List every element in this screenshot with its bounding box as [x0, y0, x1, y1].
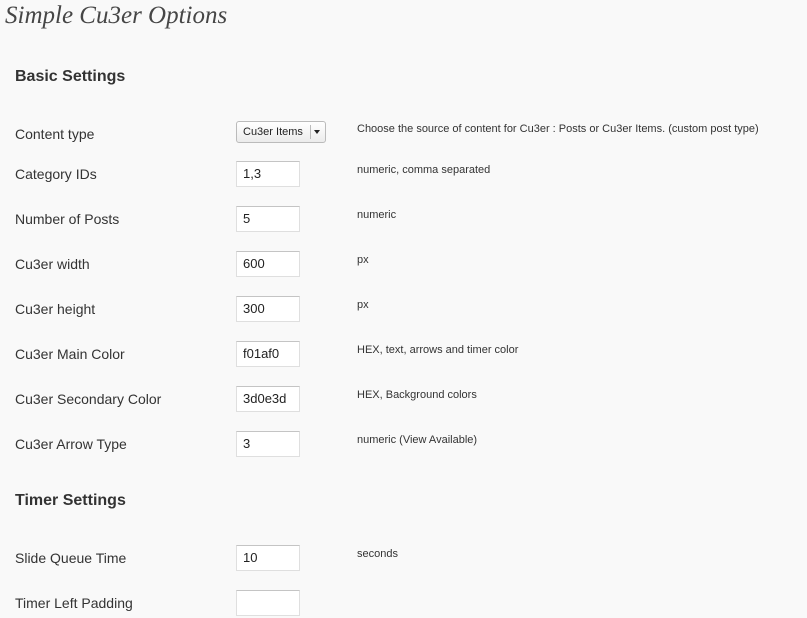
cu3er-arrow-type-row: Cu3er Arrow Type numeric (View Available… — [0, 431, 807, 459]
category-ids-label: Category IDs — [15, 166, 97, 182]
content-type-select[interactable]: Cu3er Items — [236, 121, 326, 143]
cu3er-width-description: px — [357, 254, 369, 266]
content-type-row: Content type Cu3er Items Choose the sour… — [0, 121, 807, 149]
number-of-posts-row: Number of Posts numeric — [0, 206, 807, 234]
content-type-description: Choose the source of content for Cu3er :… — [357, 123, 759, 135]
cu3er-arrow-type-description: numeric (View Available) — [357, 434, 478, 446]
chevron-down-icon — [310, 125, 322, 139]
content-type-selected-value: Cu3er Items — [243, 126, 303, 138]
cu3er-arrow-type-label: Cu3er Arrow Type — [15, 436, 127, 452]
slide-queue-time-description: seconds — [357, 548, 398, 560]
cu3er-secondary-color-input[interactable] — [236, 386, 300, 412]
page-title: Simple Cu3er Options — [5, 2, 228, 29]
cu3er-width-input[interactable] — [236, 251, 300, 277]
timer-left-padding-label: Timer Left Padding — [15, 595, 133, 611]
slide-queue-time-row: Slide Queue Time seconds — [0, 545, 807, 573]
cu3er-secondary-color-row: Cu3er Secondary Color HEX, Background co… — [0, 386, 807, 414]
cu3er-main-color-row: Cu3er Main Color HEX, text, arrows and t… — [0, 341, 807, 369]
cu3er-secondary-color-description: HEX, Background colors — [357, 389, 477, 401]
cu3er-height-label: Cu3er height — [15, 301, 96, 317]
cu3er-main-color-input[interactable] — [236, 341, 300, 367]
timer-left-padding-row: Timer Left Padding — [0, 590, 807, 618]
cu3er-main-color-description: HEX, text, arrows and timer color — [357, 344, 519, 356]
number-of-posts-label: Number of Posts — [15, 211, 120, 227]
cu3er-width-row: Cu3er width px — [0, 251, 807, 279]
cu3er-secondary-color-label: Cu3er Secondary Color — [15, 391, 162, 407]
cu3er-main-color-label: Cu3er Main Color — [15, 346, 125, 362]
cu3er-height-input[interactable] — [236, 296, 300, 322]
number-of-posts-input[interactable] — [236, 206, 300, 232]
number-of-posts-description: numeric — [357, 209, 397, 221]
slide-queue-time-input[interactable] — [236, 545, 300, 571]
cu3er-height-description: px — [357, 299, 369, 311]
content-type-label: Content type — [15, 126, 95, 142]
cu3er-width-label: Cu3er width — [15, 256, 90, 272]
cu3er-height-row: Cu3er height px — [0, 296, 807, 324]
section-title-timer-settings: Timer Settings — [15, 492, 126, 509]
slide-queue-time-label: Slide Queue Time — [15, 550, 127, 566]
timer-left-padding-input[interactable] — [236, 590, 300, 616]
category-ids-description: numeric, comma separated — [357, 164, 491, 176]
category-ids-input[interactable] — [236, 161, 300, 187]
section-title-basic-settings: Basic Settings — [15, 68, 126, 85]
category-ids-row: Category IDs numeric, comma separated — [0, 161, 807, 189]
cu3er-arrow-type-input[interactable] — [236, 431, 300, 457]
